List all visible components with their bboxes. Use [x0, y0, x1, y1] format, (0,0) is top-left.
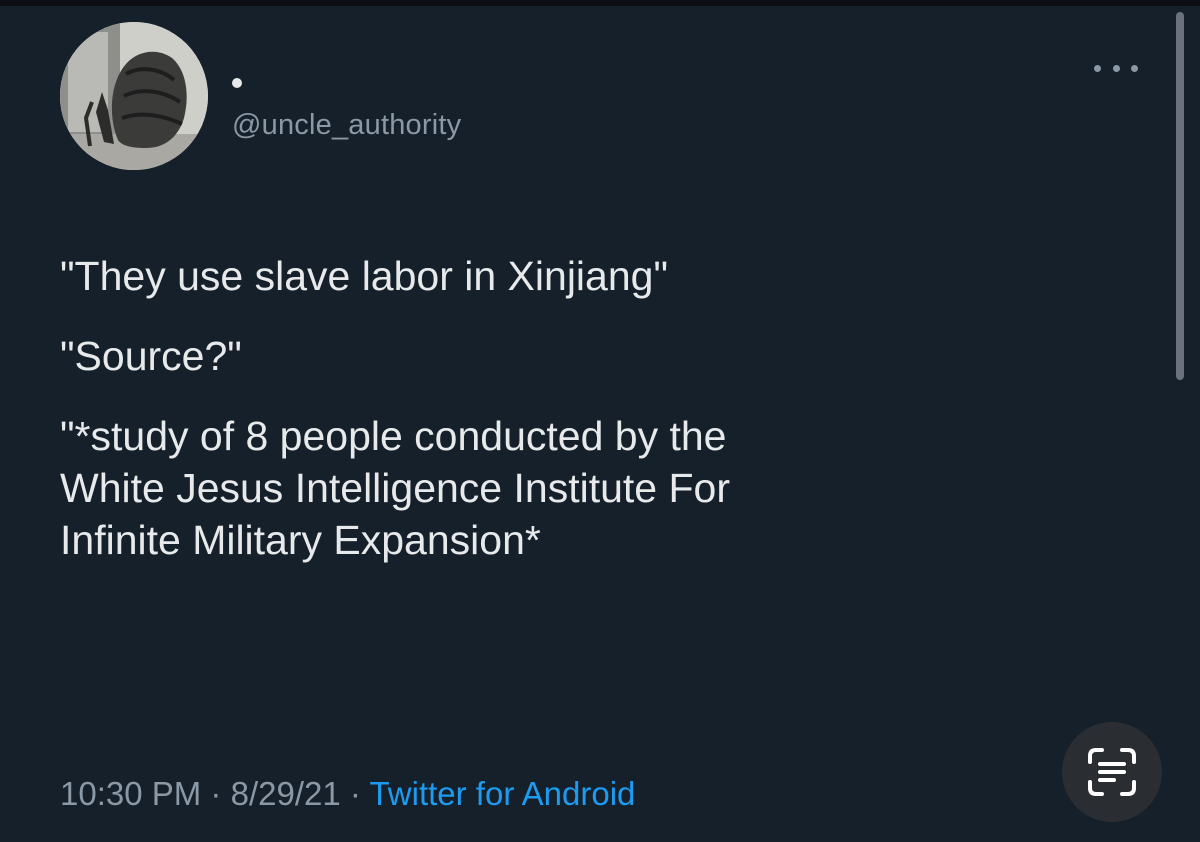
text-scan-button[interactable]: [1062, 722, 1162, 822]
more-dot: [1094, 64, 1101, 72]
tweet-line: "Source?": [60, 333, 242, 379]
scrollbar[interactable]: [1176, 12, 1184, 380]
more-dot: [1131, 64, 1138, 72]
avatar[interactable]: [60, 22, 208, 170]
user-handle[interactable]: @uncle_authority: [232, 109, 461, 142]
tweet-time[interactable]: 10:30 PM: [60, 775, 201, 812]
tweet: @uncle_authority "They use slave labor i…: [0, 0, 1200, 842]
meta-separator: ·: [349, 775, 361, 812]
tweet-text: "They use slave labor in Xinjiang" "Sour…: [60, 250, 1120, 566]
meta-separator: ·: [210, 775, 222, 812]
tweet-line: "*study of 8 people conducted by the Whi…: [60, 413, 730, 563]
text-scan-icon: [1088, 748, 1136, 796]
display-name[interactable]: [232, 72, 242, 92]
more-dot: [1112, 64, 1120, 72]
tweet-line: "They use slave labor in Xinjiang": [60, 253, 668, 299]
more-options-icon[interactable]: [1094, 58, 1138, 78]
tweet-meta: 10:30 PM · 8/29/21 · Twitter for Android: [60, 772, 635, 816]
tweet-date[interactable]: 8/29/21: [231, 775, 341, 812]
tweet-source-link[interactable]: Twitter for Android: [369, 775, 635, 812]
avatar-image: [60, 22, 208, 170]
